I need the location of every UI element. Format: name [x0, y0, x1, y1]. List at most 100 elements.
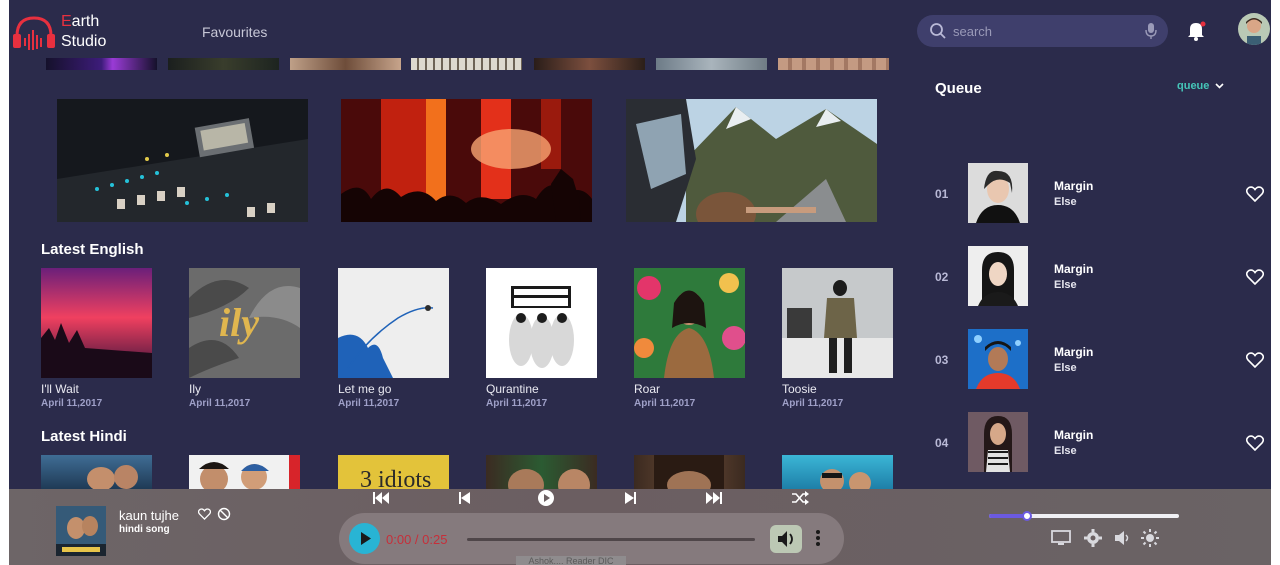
album-cover[interactable]	[634, 268, 745, 378]
tooltip: Ashok.... Reader DIC	[516, 556, 626, 565]
album-card[interactable]: Qurantine April 11,2017	[486, 268, 597, 409]
album-name: Let me go	[338, 382, 392, 396]
strip-thumb[interactable]	[778, 58, 889, 70]
nav-favourites[interactable]: Favourites	[202, 24, 267, 40]
hindi-album-cover[interactable]: 3 idiots	[338, 455, 449, 489]
album-cover[interactable]: ily	[189, 268, 300, 378]
album-card[interactable]: Roar April 11,2017	[634, 268, 745, 409]
logo[interactable]: Earth Studio	[11, 12, 111, 54]
search-bar[interactable]	[917, 15, 1168, 47]
banner-concert[interactable]	[341, 99, 592, 222]
banner-roadtrip[interactable]	[626, 99, 877, 222]
hindi-album-cover[interactable]	[634, 455, 745, 489]
album-cover[interactable]	[486, 268, 597, 378]
brand-initial: E	[61, 13, 72, 30]
queue-item[interactable]: 02 Margin Else	[935, 246, 1265, 306]
chevron-down-icon	[1215, 83, 1224, 89]
queue-filter-dropdown[interactable]: queue	[1177, 80, 1224, 92]
brightness-icon[interactable]	[1140, 529, 1160, 547]
volume-slider[interactable]	[989, 511, 1179, 521]
queue-item-number: 04	[935, 436, 949, 450]
strip-thumb[interactable]	[46, 58, 157, 70]
block-icon[interactable]	[217, 507, 231, 521]
strip-thumb[interactable]	[411, 58, 522, 70]
heart-icon[interactable]	[1246, 352, 1264, 368]
heart-icon[interactable]	[1246, 269, 1264, 285]
heart-icon[interactable]	[1246, 435, 1264, 451]
play-icon	[361, 532, 371, 545]
app-window: Earth Studio Favourites search Latest En…	[9, 0, 1271, 565]
section-title-english: Latest English	[41, 241, 144, 258]
queue-item-title: Margin	[1054, 345, 1094, 359]
headphones-logo-icon	[13, 16, 55, 50]
queue-item-thumbnail	[968, 412, 1028, 472]
now-playing-cover[interactable]	[56, 506, 106, 556]
search-icon	[930, 23, 946, 39]
album-date: April 11,2017	[634, 398, 696, 409]
monitor-icon[interactable]	[1051, 529, 1071, 547]
queue-item-number: 01	[935, 187, 949, 201]
strip-thumb[interactable]	[656, 58, 767, 70]
shuffle-icon[interactable]	[791, 491, 809, 505]
volume-icon	[778, 531, 793, 547]
settings-icon[interactable]	[1083, 529, 1103, 547]
queue-item-thumbnail	[968, 163, 1028, 223]
album-name: I'll Wait	[41, 382, 79, 396]
prev-icon[interactable]	[456, 491, 474, 505]
volume-button[interactable]	[770, 525, 802, 553]
album-date: April 11,2017	[189, 398, 251, 409]
album-name: Ily	[189, 382, 201, 396]
hindi-album-cover[interactable]	[41, 455, 152, 489]
album-cover[interactable]	[41, 268, 152, 378]
banner-mixer[interactable]	[57, 99, 308, 222]
play-circle-icon[interactable]	[537, 489, 555, 507]
album-date: April 11,2017	[338, 398, 400, 409]
heart-icon[interactable]	[1246, 186, 1264, 202]
strip-thumb[interactable]	[534, 58, 645, 70]
album-cover[interactable]	[338, 268, 449, 378]
hindi-album-cover[interactable]	[486, 455, 597, 489]
strip-thumb[interactable]	[168, 58, 279, 70]
album-name: Toosie	[782, 382, 817, 396]
next-icon[interactable]	[621, 491, 639, 505]
queue-title: Queue	[935, 80, 982, 97]
volume-slider-knob[interactable]	[1022, 511, 1032, 521]
queue-item-thumbnail	[968, 329, 1028, 389]
bell-icon[interactable]	[1186, 20, 1206, 42]
progress-bar[interactable]	[467, 538, 755, 541]
play-button[interactable]	[349, 523, 380, 554]
speaker-icon[interactable]	[1112, 529, 1132, 547]
queue-item-artist: Else	[1054, 445, 1077, 457]
more-icon[interactable]	[815, 529, 821, 547]
album-card[interactable]: Toosie April 11,2017	[782, 268, 893, 409]
album-cover[interactable]	[782, 268, 893, 378]
album-name: Roar	[634, 382, 661, 396]
queue-item-artist: Else	[1054, 279, 1077, 291]
album-date: April 11,2017	[41, 398, 103, 409]
skip-forward-icon[interactable]	[705, 491, 723, 505]
mic-icon[interactable]	[1144, 22, 1158, 40]
search-input[interactable]	[953, 21, 1133, 41]
playback-time: 0:00 / 0:25	[386, 532, 448, 547]
heart-icon[interactable]	[198, 508, 211, 520]
album-card[interactable]: Let me go April 11,2017	[338, 268, 449, 409]
svg-text:3 idiots: 3 idiots	[360, 467, 431, 489]
hindi-album-cover[interactable]	[189, 455, 300, 489]
strip-thumb[interactable]	[290, 58, 401, 70]
queue-item-title: Margin	[1054, 262, 1094, 276]
queue-filter-label: queue	[1177, 80, 1210, 92]
avatar[interactable]	[1238, 13, 1270, 45]
brand-line2: Studio	[61, 33, 107, 50]
album-card[interactable]: I'll Wait April 11,2017	[41, 268, 152, 409]
queue-item-title: Margin	[1054, 179, 1094, 193]
hindi-album-cover[interactable]	[782, 455, 893, 489]
skip-back-icon[interactable]	[372, 491, 390, 505]
player-bar: kaun tujhe hindi song 0:00 / 0:25	[9, 489, 1271, 565]
album-card[interactable]: ily Ily April 11,2017	[189, 268, 300, 409]
queue-item[interactable]: 01 Margin Else	[935, 163, 1265, 223]
queue-item[interactable]: 04 Margin Else	[935, 412, 1265, 472]
queue-item-title: Margin	[1054, 428, 1094, 442]
section-title-hindi: Latest Hindi	[41, 428, 127, 445]
brand-line1: arth	[71, 13, 100, 30]
queue-item[interactable]: 03 Margin Else	[935, 329, 1265, 389]
